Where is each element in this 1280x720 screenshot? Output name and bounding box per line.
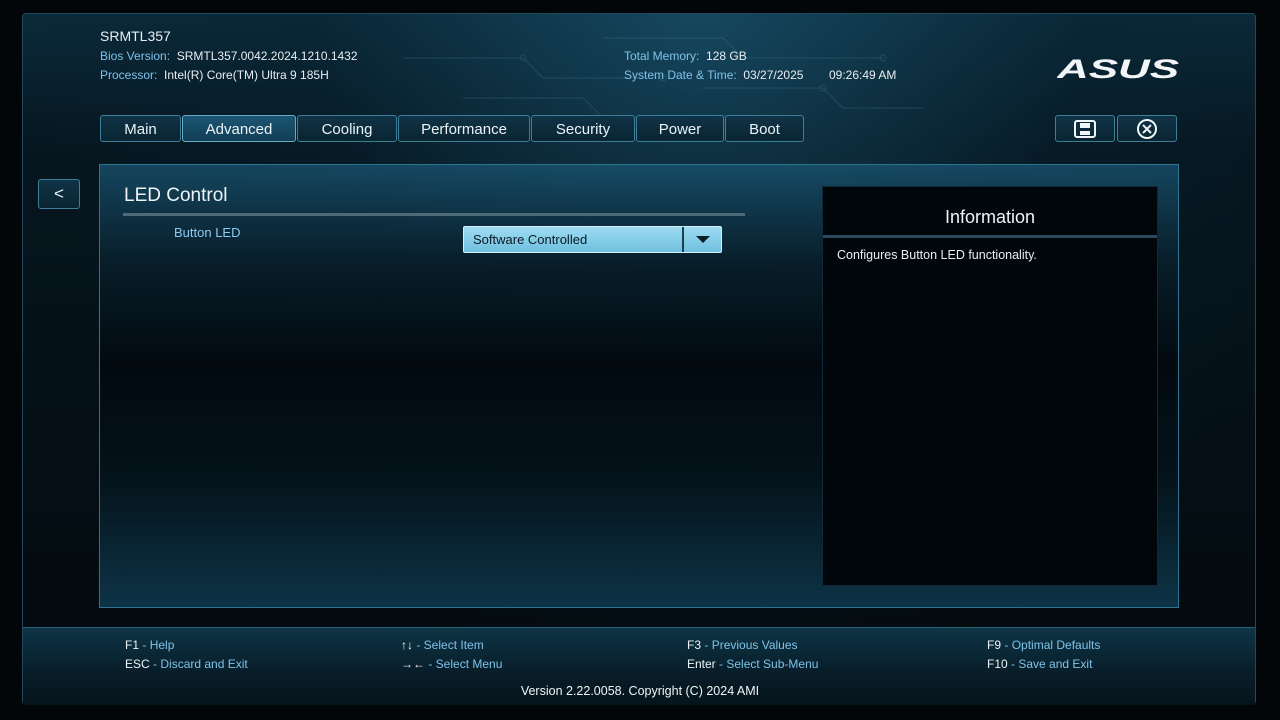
back-button[interactable]: <: [38, 179, 80, 209]
key-esc-desc: Discard and Exit: [160, 657, 248, 671]
key-f10-desc: Save and Exit: [1018, 657, 1093, 671]
tab-security-label: Security: [555, 121, 611, 138]
information-title: Information: [944, 207, 1036, 227]
button-led-select[interactable]: Software Controlled: [463, 226, 722, 253]
key-f1-desc: Help: [149, 638, 175, 652]
tab-performance[interactable]: Performance: [398, 115, 530, 142]
time-row: 09:26:49 AM: [829, 68, 896, 82]
key-updown: ↑↓: [401, 638, 413, 652]
tab-security[interactable]: Security: [531, 115, 635, 142]
key-f3: F3: [687, 638, 702, 652]
tab-main[interactable]: Main: [100, 115, 181, 142]
tab-advanced-label: Advanced: [205, 121, 273, 138]
key-defaults: F9 - Optimal Defaults: [987, 638, 1101, 652]
title-divider: [123, 213, 745, 216]
processor-value: Intel(R) Core(TM) Ultra 9 185H: [164, 68, 329, 82]
bios-version-label: Bios Version:: [100, 49, 171, 63]
asus-logo: ASUS: [1057, 56, 1179, 82]
key-enter: Enter: [687, 657, 716, 671]
key-submenu: Enter - Select Sub-Menu: [687, 657, 819, 671]
button-led-value: Software Controlled: [473, 232, 588, 247]
key-f1: F1: [125, 638, 140, 652]
tab-main-label: Main: [124, 121, 157, 138]
bios-version-value: SRMTL357.0042.2024.1210.1432: [176, 49, 358, 63]
button-led-label[interactable]: Button LED: [174, 225, 241, 240]
memory-row: Total Memory: 128 GB: [624, 49, 747, 63]
tab-cooling[interactable]: Cooling: [297, 115, 397, 142]
version-text: Version 2.22.0058. Copyright (C) 2024 AM…: [520, 684, 760, 698]
key-leftright-desc: Select Menu: [435, 657, 503, 671]
key-discard: ESC - Discard and Exit: [125, 657, 248, 671]
key-leftright: →←: [401, 657, 425, 671]
key-help: F1 - Help: [125, 638, 175, 652]
key-select-item: ↑↓ - Select Item: [401, 638, 484, 652]
information-text: Configures Button LED functionality.: [837, 248, 1037, 262]
key-f9: F9: [987, 638, 1002, 652]
key-previous: F3 - Previous Values: [687, 638, 798, 652]
key-enter-desc: Select Sub-Menu: [726, 657, 819, 671]
save-icon: [1074, 119, 1096, 138]
information-divider: [823, 235, 1157, 238]
date-value[interactable]: 03/27/2025: [743, 68, 803, 82]
tab-power-label: Power: [658, 121, 702, 138]
key-f9-desc: Optimal Defaults: [1011, 638, 1101, 652]
key-updown-desc: Select Item: [423, 638, 484, 652]
memory-value: 128 GB: [706, 49, 747, 63]
key-select-menu: →← - Select Menu: [401, 657, 503, 671]
processor-label: Processor:: [100, 68, 158, 82]
system-model: SRMTL357: [100, 28, 171, 44]
back-arrow-icon: <: [54, 184, 64, 203]
close-circle-icon: [1137, 118, 1157, 139]
svg-text:ASUS: ASUS: [1057, 56, 1179, 82]
key-f10: F10: [987, 657, 1008, 671]
tab-performance-label: Performance: [421, 121, 507, 138]
datetime-label: System Date & Time:: [624, 68, 737, 82]
key-f3-desc: Previous Values: [711, 638, 798, 652]
key-esc: ESC: [125, 657, 150, 671]
information-panel: Information Configures Button LED functi…: [822, 186, 1158, 586]
tab-cooling-label: Cooling: [321, 121, 373, 138]
tab-boot[interactable]: Boot: [725, 115, 804, 142]
save-button[interactable]: [1055, 115, 1115, 142]
chevron-down-icon[interactable]: [682, 227, 721, 252]
memory-label: Total Memory:: [624, 49, 700, 63]
tab-boot-label: Boot: [749, 121, 780, 138]
key-save-exit: F10 - Save and Exit: [987, 657, 1093, 671]
bios-version-row: Bios Version: SRMTL357.0042.2024.1210.14…: [100, 49, 358, 63]
tab-power[interactable]: Power: [636, 115, 724, 142]
page-title: LED Control: [124, 185, 228, 206]
exit-button[interactable]: [1117, 115, 1177, 142]
processor-row: Processor: Intel(R) Core(TM) Ultra 9 185…: [100, 68, 329, 82]
datetime-row: System Date & Time: 03/27/2025: [624, 68, 803, 82]
tab-advanced[interactable]: Advanced: [182, 115, 296, 142]
time-value[interactable]: 09:26:49 AM: [829, 68, 896, 82]
